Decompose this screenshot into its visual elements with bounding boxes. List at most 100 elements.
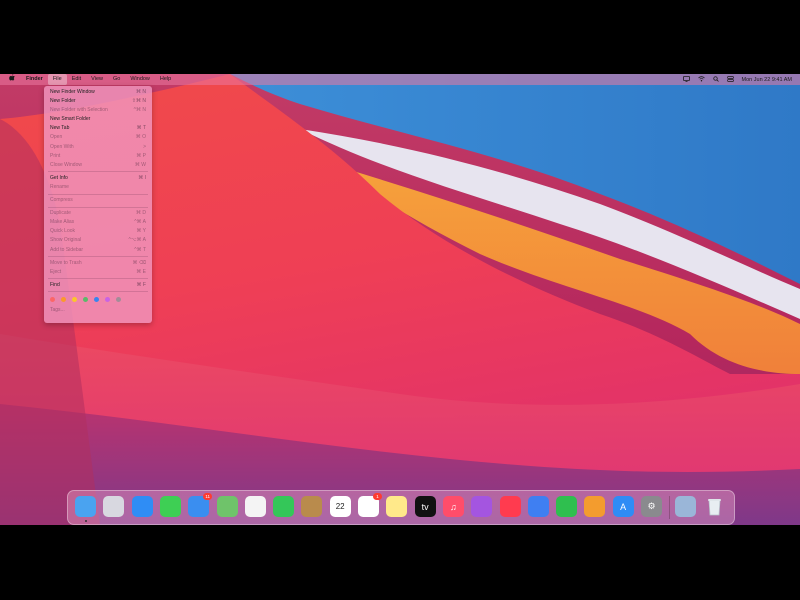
contacts-glyph <box>301 496 322 517</box>
menu-item-shortcut: ⇧⌘ N <box>131 98 146 105</box>
notes-icon[interactable] <box>386 496 408 517</box>
menu-separator <box>48 256 148 258</box>
menu-item-move-to-trash[interactable]: Move to Trash ⌘ ⌫ <box>44 259 152 268</box>
menu-separator <box>48 291 148 293</box>
menu-item-label: Close Window <box>50 161 82 168</box>
mail-icon[interactable]: 11 <box>188 493 213 517</box>
tag-color-dot[interactable] <box>116 297 121 303</box>
system-preferences-icon[interactable]: ⚙ <box>641 496 662 517</box>
trash-icon[interactable] <box>704 496 725 517</box>
menu-item-rename[interactable]: Rename <box>44 183 152 192</box>
dock-divider <box>669 496 671 519</box>
finder-glyph <box>75 496 96 517</box>
apple-menu-icon[interactable] <box>0 74 21 85</box>
tag-color-dot[interactable] <box>94 297 99 303</box>
podcasts-icon[interactable] <box>471 496 493 517</box>
menu-item-open-with[interactable]: Open With > <box>44 143 152 152</box>
menu-item-label: Compress <box>50 197 73 204</box>
menu-separator <box>48 193 148 195</box>
reminders-icon[interactable]: 1 <box>358 493 382 517</box>
menu-item-shortcut: ⌘ F <box>136 281 146 288</box>
contacts-icon[interactable] <box>301 496 323 517</box>
status-area: Mon Jun 22 9:41 AM <box>675 75 800 84</box>
messages-icon[interactable] <box>159 496 181 517</box>
menu-item-quick-look[interactable]: Quick Look ⌘ Y <box>44 227 152 236</box>
clock[interactable]: Mon Jun 22 9:41 AM <box>742 77 792 83</box>
preview-icon[interactable] <box>675 496 697 517</box>
podcasts-glyph <box>471 496 492 517</box>
menu-item-shortcut: ^⌘ A <box>134 219 146 226</box>
app-store-icon[interactable]: A <box>612 496 634 517</box>
menu-item-tags[interactable]: Tags... <box>44 306 152 315</box>
menu-item-open[interactable]: Open ⌘ O <box>44 133 152 142</box>
menu-item-shortcut: ⌘ ⌫ <box>132 259 146 266</box>
menu-finder[interactable]: Finder <box>21 74 48 85</box>
menu-item-new-folder[interactable]: New Folder ⇧⌘ N <box>44 97 152 106</box>
menu-bar: Finder File Edit View Go Window Help Mon… <box>0 74 800 85</box>
tag-color-dot[interactable] <box>61 297 66 303</box>
menu-item-close-window[interactable]: Close Window ⌘ W <box>44 161 152 170</box>
safari-glyph <box>132 496 153 517</box>
file-menu-dropdown: New Finder Window ⌘ N New Folder ⇧⌘ N New Fo… <box>44 86 152 323</box>
menu-item-make-alias[interactable]: Make Alias ^⌘ A <box>44 218 152 227</box>
tag-color-dot[interactable] <box>72 297 77 303</box>
maps-icon[interactable] <box>216 496 238 517</box>
tag-colors <box>44 294 152 306</box>
news-icon[interactable] <box>499 496 521 517</box>
launchpad-icon[interactable] <box>103 496 125 517</box>
menu-edit[interactable]: Edit <box>67 74 86 85</box>
menu-item-print[interactable]: Print ⌘ P <box>44 152 152 161</box>
menu-item-new-tab[interactable]: New Tab ⌘ T <box>44 124 152 133</box>
menu-item-shortcut: > <box>143 143 146 150</box>
tag-color-dot[interactable] <box>105 297 110 303</box>
calendar-glyph: 22 <box>335 502 345 511</box>
menu-item-label: Add to Sidebar <box>50 246 84 253</box>
menu-item-label: Eject <box>50 268 62 275</box>
notification-badge: 11 <box>203 493 213 500</box>
menu-item-new-folder-with-selection[interactable]: New Folder with Selection ^⌘ N <box>44 106 152 115</box>
menu-item-show-original[interactable]: Show Original ^⌥⌘ A <box>44 236 152 245</box>
music-icon[interactable]: ♫ <box>442 496 464 517</box>
menu-item-find[interactable]: Find ⌘ F <box>44 281 152 290</box>
desktop: Finder File Edit View Go Window Help Mon… <box>0 74 800 525</box>
maps-glyph <box>217 496 238 517</box>
search-icon[interactable] <box>712 75 719 84</box>
music-glyph: ♫ <box>450 501 457 512</box>
app-store-glyph: A <box>620 501 627 512</box>
menu-item-shortcut: ⌘ D <box>136 210 146 217</box>
apple-tv-icon[interactable]: tv <box>414 496 436 517</box>
tag-color-dot[interactable] <box>83 297 88 303</box>
control-center-icon[interactable] <box>726 75 734 84</box>
menu-go[interactable]: Go <box>108 74 125 85</box>
pages-icon[interactable] <box>584 496 606 517</box>
menu-window[interactable]: Window <box>125 74 155 85</box>
menu-view[interactable]: View <box>86 74 108 85</box>
menu-item-label: Show Original <box>50 237 82 244</box>
keynote-icon[interactable] <box>527 496 549 517</box>
menu-item-get-info[interactable]: Get Info ⌘ I <box>44 174 152 183</box>
menu-item-duplicate[interactable]: Duplicate ⌘ D <box>44 209 152 218</box>
menu-item-new-smart-folder[interactable]: New Smart Folder <box>44 115 152 124</box>
menu-item-compress[interactable]: Compress <box>44 196 152 205</box>
menu-file[interactable]: File <box>47 74 67 85</box>
apple-tv-glyph: tv <box>421 501 429 512</box>
tag-color-dot[interactable] <box>50 297 55 303</box>
preview-glyph <box>675 496 696 517</box>
menu-item-eject[interactable]: Eject ⌘ E <box>44 268 152 277</box>
menu-help[interactable]: Help <box>155 74 176 85</box>
calendar-icon[interactable]: 22 <box>329 496 351 517</box>
numbers-icon[interactable] <box>556 496 578 517</box>
menu-item-add-to-sidebar[interactable]: Add to Sidebar ^⌘ T <box>44 246 152 255</box>
wifi-icon[interactable] <box>697 75 705 84</box>
menu-item-shortcut: ⌘ P <box>136 152 146 159</box>
display-icon[interactable] <box>682 75 690 84</box>
photos-icon[interactable] <box>244 496 266 517</box>
launchpad-glyph <box>103 496 124 517</box>
notification-badge: 1 <box>373 493 382 500</box>
running-indicator <box>84 520 87 522</box>
facetime-icon[interactable] <box>273 496 295 517</box>
menu-item-new-finder-window[interactable]: New Finder Window ⌘ N <box>44 88 152 97</box>
menu-item-label: New Folder with Selection <box>50 107 108 114</box>
finder-icon[interactable] <box>75 496 96 517</box>
safari-icon[interactable] <box>131 496 153 517</box>
